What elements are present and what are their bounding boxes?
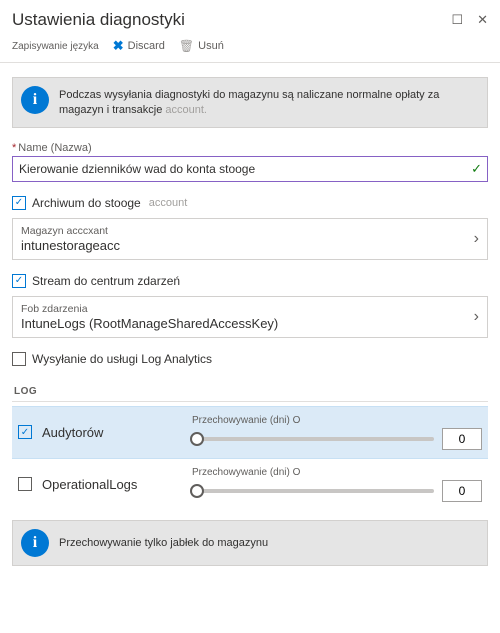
pin-icon[interactable]: ☐ [451, 12, 463, 28]
info-banner: i Podczas wysyłania diagnostyki do magaz… [12, 77, 488, 128]
discard-icon: ✖ [113, 38, 124, 54]
retention-slider-operational[interactable] [192, 489, 434, 493]
storage-selector[interactable]: Magazyn acccxant intunestorageacc › [12, 218, 488, 260]
footer-text-main: Przechowywanie tylko jabłek do magazynu [59, 537, 268, 549]
chevron-right-icon: › [474, 308, 479, 326]
retention-slider-audit[interactable] [192, 437, 434, 441]
discard-label: Discard [128, 40, 165, 52]
archive-dim: account [149, 197, 188, 209]
log-operational-name: OperationalLogs [42, 477, 182, 492]
storage-selector-label: Magazyn acccxant [21, 225, 120, 237]
stream-label: Stream do centrum zdarzeń [32, 274, 180, 288]
stream-checkbox-row[interactable]: Stream do centrum zdarzeń [12, 274, 488, 288]
storage-selector-value: intunestorageacc [21, 238, 120, 253]
save-hint: Zapisywanie języka [12, 41, 99, 52]
log-operational-checkbox[interactable] [18, 477, 32, 491]
close-icon[interactable]: ✕ [477, 12, 488, 28]
log-section-header: LOG [12, 382, 488, 402]
name-input[interactable] [12, 156, 488, 182]
log-row-audit[interactable]: Audytorów Przechowywanie (dni) O [12, 406, 488, 459]
footer-info-text: Przechowywanie tylko jabłek do magazynu [59, 534, 268, 551]
retention-value-audit[interactable] [442, 428, 482, 450]
log-audit-checkbox[interactable] [18, 425, 32, 439]
retention-label: Przechowywanie (dni) O [192, 415, 482, 426]
eventhub-selector-label: Fob zdarzenia [21, 303, 278, 315]
toolbar: Zapisywanie języka ✖ Discard 🗑 Usuń [0, 34, 500, 63]
info-icon: i [21, 529, 49, 557]
log-row-operational[interactable]: OperationalLogs Przechowywanie (dni) O [12, 459, 488, 510]
log-audit-name: Audytorów [42, 425, 182, 440]
info-text: Podczas wysyłania diagnostyki do magazyn… [59, 86, 479, 119]
page-title: Ustawienia diagnostyki [12, 10, 185, 30]
stream-checkbox[interactable] [12, 274, 26, 288]
delete-label: Usuń [198, 40, 224, 52]
loganalytics-label: Wysyłanie do usługi Log Analytics [32, 352, 212, 366]
valid-check-icon: ✓ [471, 161, 482, 177]
loganalytics-checkbox[interactable] [12, 352, 26, 366]
eventhub-selector[interactable]: Fob zdarzenia IntuneLogs (RootManageShar… [12, 296, 488, 338]
retention-label: Przechowywanie (dni) O [192, 467, 482, 478]
loganalytics-checkbox-row[interactable]: Wysyłanie do usługi Log Analytics [12, 352, 488, 366]
info-text-main: Podczas wysyłania diagnostyki do magazyn… [59, 89, 439, 116]
chevron-right-icon: › [474, 230, 479, 248]
delete-button[interactable]: 🗑 Usuń [179, 39, 224, 53]
archive-checkbox[interactable] [12, 196, 26, 210]
archive-checkbox-row[interactable]: Archiwum do stooge account [12, 196, 488, 210]
info-text-dim: account. [165, 104, 207, 116]
footer-info: i Przechowywanie tylko jabłek do magazyn… [12, 520, 488, 566]
retention-value-operational[interactable] [442, 480, 482, 502]
eventhub-selector-value: IntuneLogs (RootManageSharedAccessKey) [21, 316, 278, 331]
name-label: *Name (Nazwa) [12, 142, 488, 154]
trash-icon: 🗑 [179, 39, 194, 53]
blade-header: Ustawienia diagnostyki ☐ ✕ [0, 0, 500, 34]
discard-button[interactable]: ✖ Discard [113, 38, 165, 54]
archive-label: Archiwum do stooge [32, 196, 141, 210]
info-icon: i [21, 86, 49, 114]
